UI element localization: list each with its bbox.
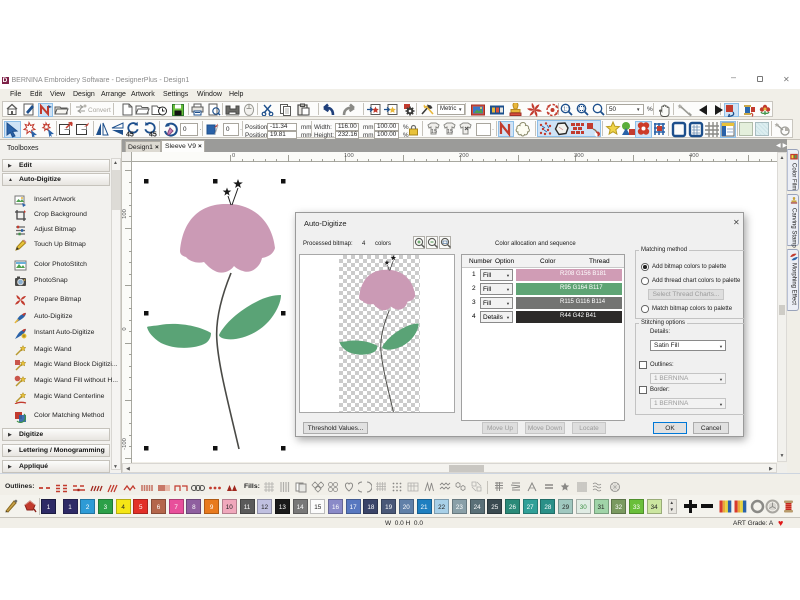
svg-text:15: 15 — [447, 129, 453, 135]
svg-text:45: 45 — [126, 132, 134, 139]
svg-text:45: 45 — [149, 132, 157, 139]
svg-text:15: 15 — [431, 129, 437, 135]
svg-text:1:1: 1:1 — [563, 107, 570, 113]
